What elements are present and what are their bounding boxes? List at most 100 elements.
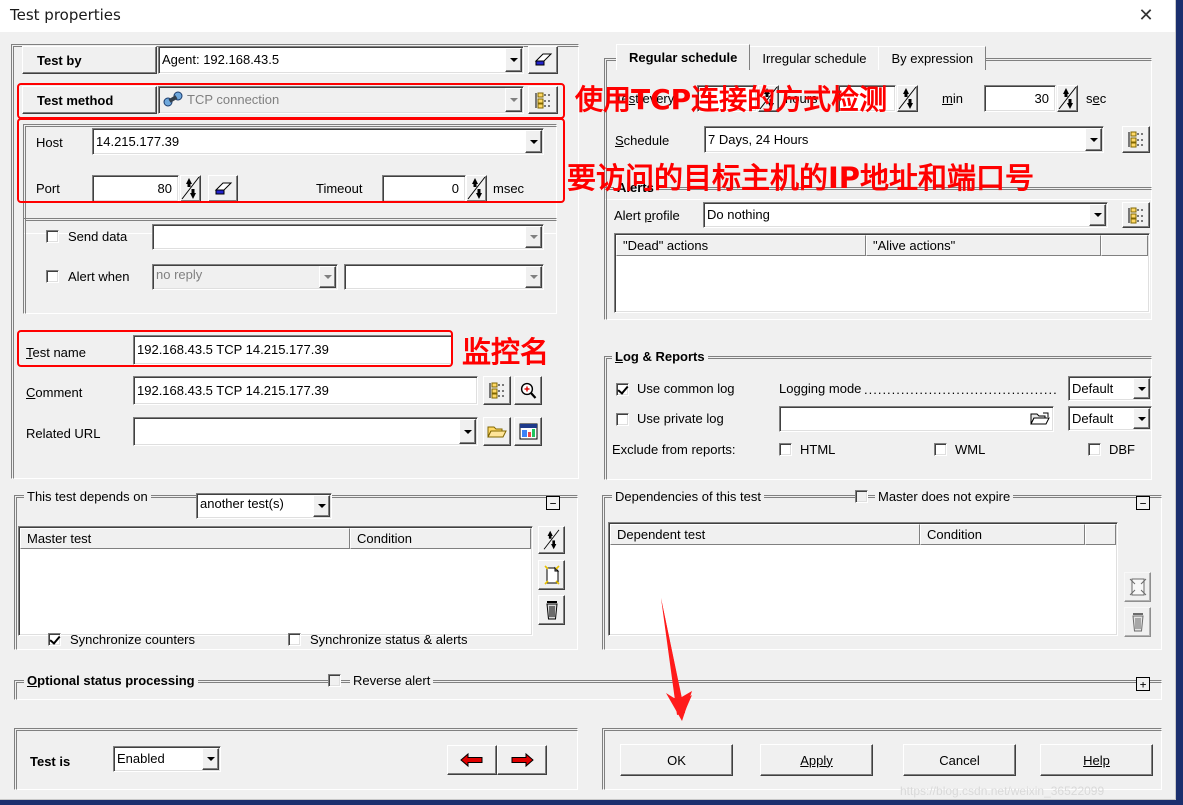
exclude-html-checkbox[interactable] <box>779 443 792 456</box>
column-extra[interactable] <box>1101 235 1148 256</box>
test-is-select[interactable]: Enabled <box>113 746 221 772</box>
depends-on-delete-button[interactable] <box>538 595 565 625</box>
alert-when-input[interactable]: no reply <box>152 264 338 290</box>
alert-when-checkbox[interactable] <box>46 270 59 283</box>
test-every-min-spinner[interactable] <box>897 85 918 112</box>
timeout-input[interactable]: 0 <box>382 175 466 202</box>
timeout-spinner[interactable] <box>466 175 487 202</box>
port-input[interactable]: 80 <box>92 175 179 202</box>
column-extra[interactable] <box>1085 524 1116 545</box>
host-dropdown-arrow[interactable] <box>525 130 542 153</box>
annotation-host-port: 要访问的目标主机的IP地址和端口号 <box>567 161 1035 195</box>
schedule-edit-button[interactable] <box>1122 126 1150 153</box>
apply-button-label: Apply <box>800 752 833 768</box>
apply-button[interactable]: Apply <box>760 744 873 776</box>
master-test-list[interactable]: Master test Condition <box>18 526 533 636</box>
test-name-input[interactable]: 192.168.43.5 TCP 14.215.177.39 <box>133 335 453 365</box>
sync-status-label: Synchronize status & alerts <box>310 632 468 647</box>
help-button-label: Help <box>1083 752 1110 768</box>
test-method-button[interactable]: Test method <box>22 86 157 114</box>
schedule-dropdown-arrow[interactable] <box>1085 128 1102 151</box>
open-folder-icon[interactable] <box>1030 411 1050 427</box>
host-input[interactable]: 14.215.177.39 <box>92 128 544 155</box>
use-common-log-checkbox[interactable] <box>616 383 629 396</box>
schedule-label: Schedule <box>615 133 670 148</box>
annotation-tcp-method: 使用TCP连接的方式检测 <box>575 83 888 116</box>
column-condition[interactable]: Condition <box>920 524 1085 545</box>
trash-icon <box>545 601 558 620</box>
sync-status-checkbox[interactable] <box>288 633 301 646</box>
test-every-sec-spinner[interactable] <box>1057 85 1078 112</box>
logging-mode-dropdown-arrow[interactable] <box>1133 378 1150 399</box>
depends-on-collapse-button[interactable]: − <box>546 496 560 510</box>
test-every-sec-input[interactable]: 30 <box>984 85 1056 112</box>
exclude-wml-checkbox[interactable] <box>934 443 947 456</box>
alert-profile-value: Do nothing <box>707 207 770 222</box>
test-by-browse-button[interactable] <box>528 46 558 74</box>
depends-on-selector[interactable]: another test(s) <box>196 493 332 519</box>
test-by-dropdown-arrow[interactable] <box>505 48 522 72</box>
close-icon[interactable]: ✕ <box>1123 0 1169 30</box>
sync-counters-checkbox[interactable] <box>48 633 61 646</box>
alert-profile-input[interactable]: Do nothing <box>703 202 1108 228</box>
comment-value: 192.168.43.5 TCP 14.215.177.39 <box>137 383 329 398</box>
master-does-not-expire-checkbox[interactable] <box>855 490 868 503</box>
test-by-input[interactable]: Agent: 192.168.43.5 <box>158 46 524 74</box>
reverse-alert-checkbox[interactable] <box>328 674 341 687</box>
help-button[interactable]: Help <box>1040 744 1153 776</box>
alert-when-second-dropdown-arrow[interactable] <box>525 266 542 288</box>
test-method-config-button[interactable] <box>528 86 558 114</box>
port-value: 80 <box>157 181 172 196</box>
alert-profile-dropdown-arrow[interactable] <box>1089 204 1106 226</box>
send-data-checkbox[interactable] <box>46 230 59 243</box>
related-url-open-button[interactable] <box>483 417 511 446</box>
column-dependent-test[interactable]: Dependent test <box>610 524 920 545</box>
tab-regular-schedule[interactable]: Regular schedule <box>616 44 751 70</box>
send-data-dropdown-arrow[interactable] <box>525 226 542 248</box>
column-master-test[interactable]: Master test <box>20 528 350 549</box>
cancel-button[interactable]: Cancel <box>903 744 1016 776</box>
port-spinner[interactable] <box>180 175 201 202</box>
alert-when-second-input[interactable] <box>344 264 544 290</box>
exclude-dbf-checkbox[interactable] <box>1088 443 1101 456</box>
alert-when-dropdown-arrow[interactable] <box>319 266 336 288</box>
depends-on-add-button[interactable] <box>538 560 565 590</box>
use-private-log-label: Use private log <box>637 411 724 426</box>
depends-on-edit-button[interactable] <box>538 526 565 554</box>
logging-mode-dots: ........................................… <box>864 382 1058 397</box>
depends-on-selector-arrow[interactable] <box>313 495 330 517</box>
trash-icon <box>1131 613 1144 632</box>
use-private-log-checkbox[interactable] <box>616 413 629 426</box>
column-dead-actions[interactable]: "Dead" actions <box>616 235 866 256</box>
dependent-test-header: Dependent test Condition <box>610 524 1116 545</box>
optional-status-expand-button[interactable]: + <box>1136 677 1150 691</box>
next-test-button[interactable] <box>497 745 547 775</box>
comment-input[interactable]: 192.168.43.5 TCP 14.215.177.39 <box>133 376 478 405</box>
column-alive-actions[interactable]: "Alive actions" <box>866 235 1101 256</box>
tab-irregular-schedule[interactable]: Irregular schedule <box>749 46 880 70</box>
port-browse-button[interactable] <box>208 175 238 202</box>
related-url-preview-button[interactable] <box>514 417 542 446</box>
private-log-path-input[interactable] <box>779 406 1054 432</box>
ok-button[interactable]: OK <box>620 744 733 776</box>
tab-by-expression[interactable]: By expression <box>878 46 987 70</box>
alert-actions-list[interactable]: "Dead" actions "Alive actions" <box>614 233 1150 313</box>
related-url-dropdown-arrow[interactable] <box>459 419 476 444</box>
test-by-value: Agent: 192.168.43.5 <box>162 52 280 67</box>
private-log-mode-dropdown-arrow[interactable] <box>1133 408 1150 429</box>
logging-mode-select[interactable]: Default <box>1068 376 1152 401</box>
column-condition[interactable]: Condition <box>350 528 531 549</box>
test-is-dropdown-arrow[interactable] <box>202 748 219 770</box>
schedule-value: 7 Days, 24 Hours <box>708 132 809 147</box>
test-by-button[interactable]: Test by <box>22 46 157 74</box>
previous-test-button[interactable] <box>447 745 497 775</box>
alert-actions-header: "Dead" actions "Alive actions" <box>616 235 1148 256</box>
comment-macro-button[interactable] <box>483 376 511 405</box>
related-url-input[interactable] <box>133 417 478 446</box>
send-data-input[interactable] <box>152 224 544 250</box>
alert-profile-edit-button[interactable] <box>1122 202 1150 228</box>
private-log-mode-select[interactable]: Default <box>1068 406 1152 431</box>
schedule-input[interactable]: 7 Days, 24 Hours <box>704 126 1104 153</box>
comment-zoom-button[interactable] <box>514 376 542 405</box>
dependencies-collapse-button[interactable]: − <box>1136 496 1150 510</box>
